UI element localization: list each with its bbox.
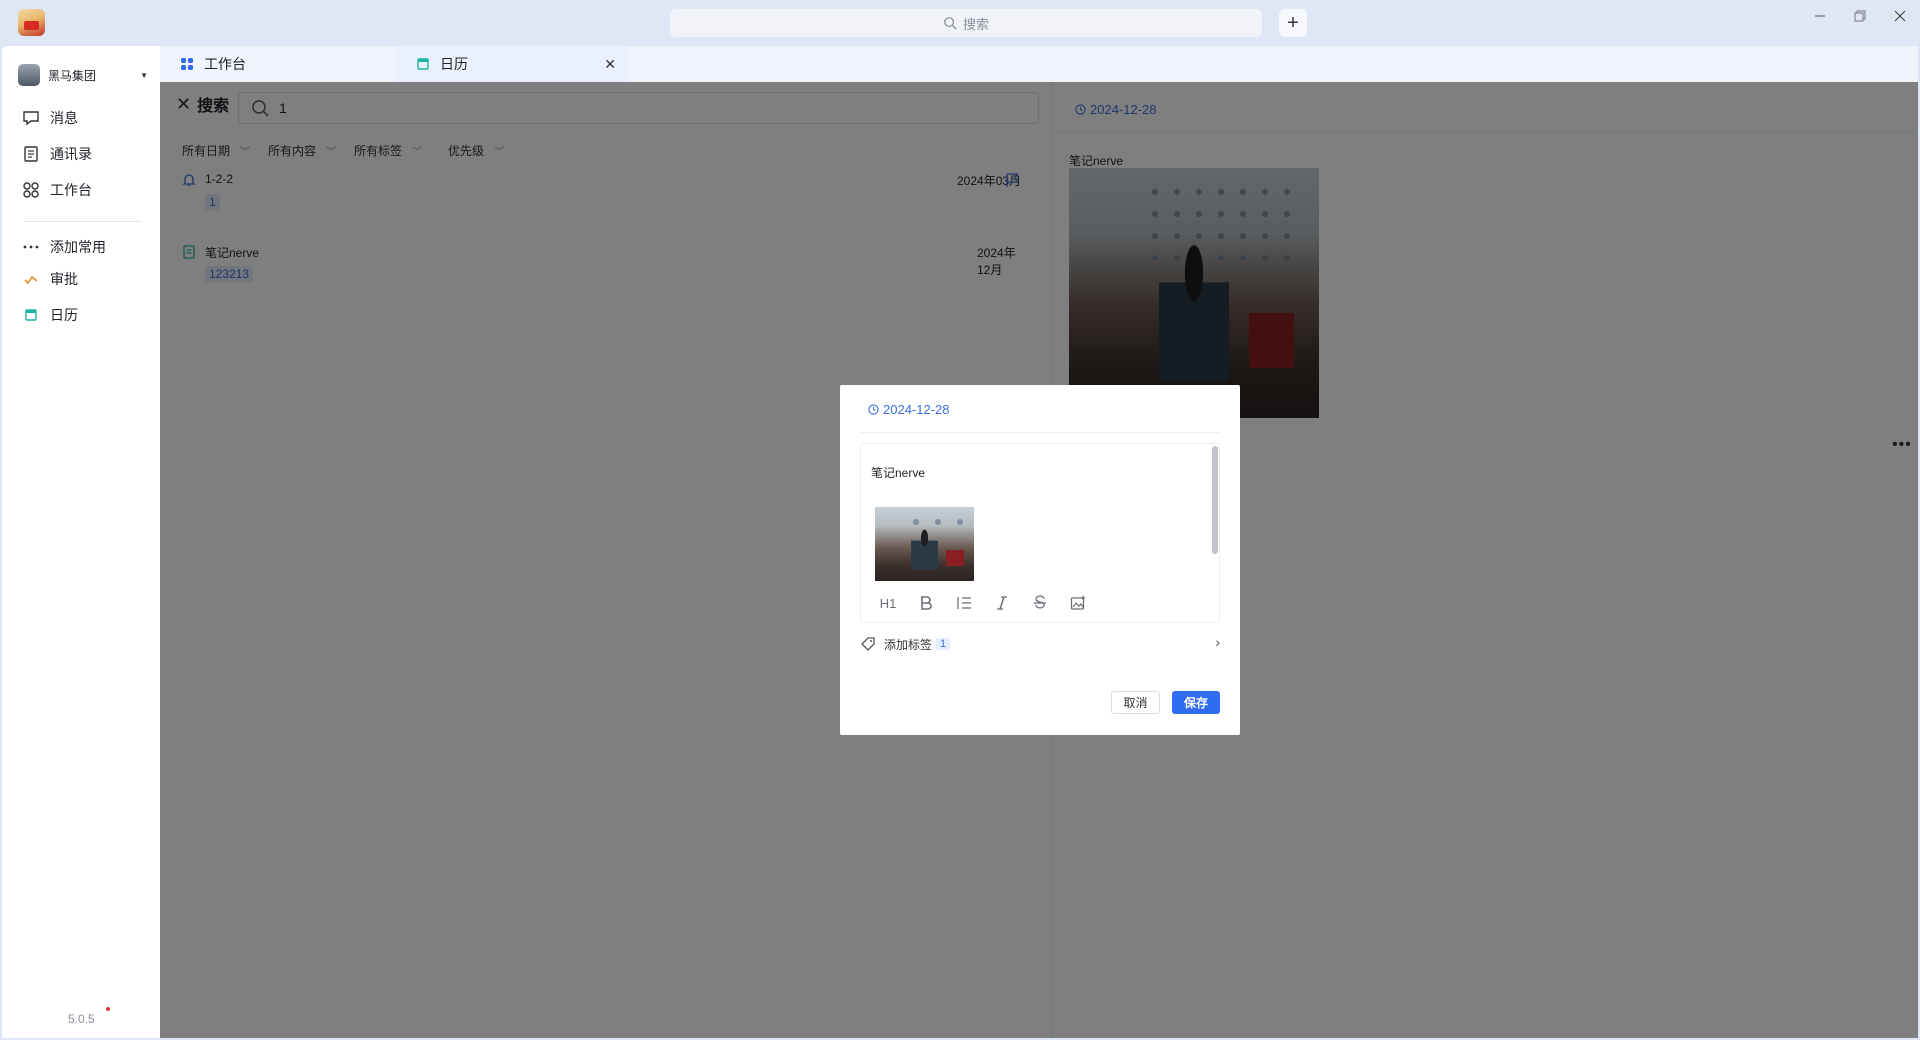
message-icon (23, 111, 39, 126)
italic-icon[interactable] (993, 594, 1011, 612)
workbench-icon (181, 58, 193, 70)
strikethrough-icon[interactable] (1031, 594, 1049, 612)
sidebar-item-approval[interactable]: 审批 (22, 269, 78, 289)
tab-label: 日历 (440, 56, 468, 72)
note-editor[interactable]: 笔记nerve H1 (860, 443, 1220, 623)
bold-icon[interactable] (917, 594, 935, 612)
sidebar-item-label: 消息 (50, 110, 78, 126)
sidebar-item-contacts[interactable]: 通讯录 (22, 144, 92, 164)
ordered-list-icon[interactable] (955, 594, 973, 612)
org-switcher[interactable]: 黑马集团 ▼ (18, 64, 148, 86)
edit-note-dialog: 2024-12-28 笔记nerve H1 添加标签 1 › 取消 保存 (840, 385, 1240, 735)
contacts-icon (24, 146, 38, 162)
sidebar-item-label: 通讯录 (50, 146, 92, 162)
search-icon (944, 17, 957, 30)
clock-icon (868, 404, 879, 415)
heading-button[interactable]: H1 (879, 594, 897, 612)
cancel-button[interactable]: 取消 (1111, 691, 1160, 714)
sidebar: 黑马集团 ▼ 消息 通讯录 工作台 添加常用 审批 日历 5.0.5 (2, 46, 160, 1038)
chevron-right-icon: › (1215, 634, 1220, 650)
sidebar-item-workbench[interactable]: 工作台 (22, 180, 92, 200)
close-window-icon[interactable] (1888, 6, 1912, 26)
app-logo-icon (18, 9, 45, 36)
calendar-icon (25, 309, 37, 321)
add-button[interactable]: + (1279, 9, 1307, 37)
tab-calendar[interactable]: 日历 ✕ (396, 46, 628, 82)
add-tag-row[interactable]: 添加标签 1 › (860, 634, 1220, 654)
editor-text: 笔记nerve (871, 466, 926, 480)
note-date-text: 2024-12-28 (883, 402, 950, 417)
calendar-icon (417, 58, 429, 70)
sidebar-item-label: 日历 (50, 307, 78, 323)
restore-icon[interactable] (1848, 6, 1872, 26)
tab-label: 工作台 (204, 56, 246, 72)
sidebar-item-label: 审批 (50, 271, 78, 287)
update-dot (106, 1007, 110, 1011)
minimize-icon[interactable] (1808, 6, 1832, 26)
sidebar-divider (24, 221, 142, 222)
sidebar-item-label: 添加常用 (50, 239, 106, 255)
editor-scrollbar[interactable] (1212, 446, 1218, 554)
title-bar: 搜索 + (0, 0, 1920, 46)
sidebar-item-messages[interactable]: 消息 (22, 108, 78, 128)
save-button[interactable]: 保存 (1172, 691, 1220, 714)
tag-count-badge: 1 (936, 638, 951, 650)
caret-down-icon: ▼ (140, 70, 148, 80)
global-search-input[interactable]: 搜索 (670, 9, 1262, 37)
add-tag-label: 添加标签 (884, 637, 933, 652)
sidebar-item-calendar[interactable]: 日历 (22, 305, 78, 325)
note-date[interactable]: 2024-12-28 (868, 402, 950, 417)
sidebar-item-label: 工作台 (50, 182, 92, 198)
tab-workbench[interactable]: 工作台 (160, 46, 396, 82)
org-avatar (18, 64, 40, 86)
org-name: 黑马集团 (48, 68, 97, 83)
insert-image-icon[interactable] (1069, 594, 1087, 612)
editor-toolbar: H1 (879, 594, 1087, 612)
sidebar-item-add-favorite[interactable]: 添加常用 (22, 237, 106, 257)
editor-image[interactable] (875, 507, 974, 581)
dialog-separator (860, 432, 1220, 433)
workbench-icon (23, 182, 39, 198)
global-search-placeholder: 搜索 (962, 16, 989, 32)
close-tab-icon[interactable]: ✕ (604, 56, 616, 73)
more-icon (23, 245, 39, 249)
tag-icon (861, 637, 875, 651)
approval-icon (24, 275, 38, 285)
tab-bar: 工作台 日历 ✕ (160, 46, 1918, 82)
version-label: 5.0.5 (68, 1012, 95, 1026)
